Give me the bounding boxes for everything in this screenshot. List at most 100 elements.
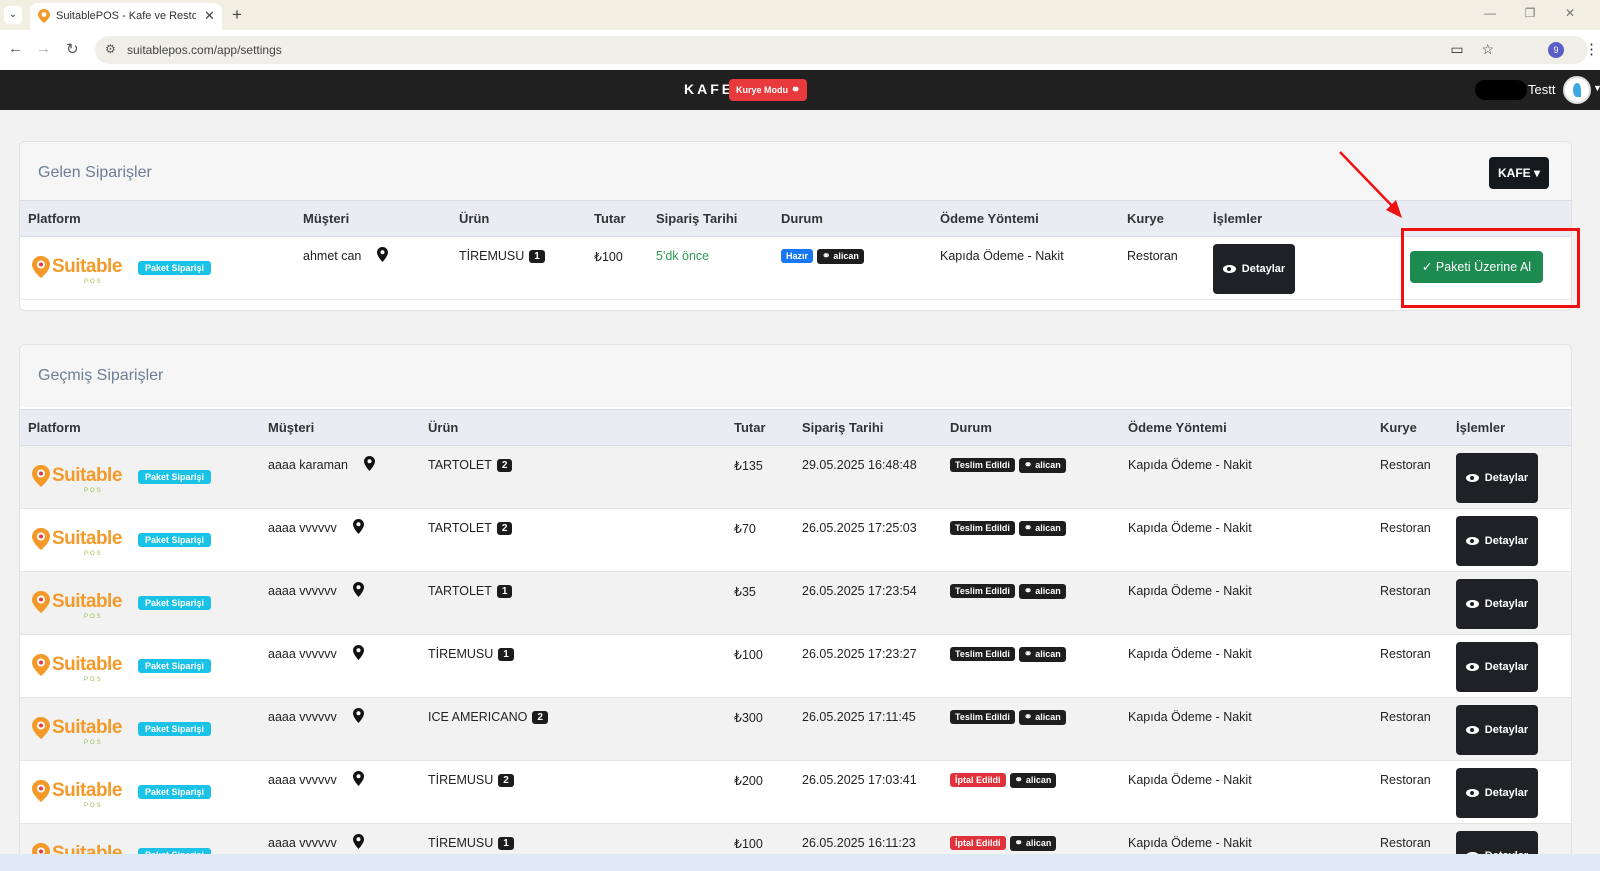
history-orders-header: Geçmiş Siparişler <box>20 345 1571 407</box>
payment-method: Kapıda Ödeme - Nakit <box>1120 508 1372 572</box>
user-avatar[interactable] <box>1563 76 1591 104</box>
address-bar-actions: ▭ ☆ <box>1436 41 1494 58</box>
package-order-badge: Paket Siparişi <box>138 261 212 275</box>
payment-method: Kapıda Ödeme - Nakit <box>1120 571 1372 635</box>
order-amount: ₺200 <box>726 760 794 824</box>
suitable-logo: Suitable POS <box>28 253 128 289</box>
order-date: 26.05.2025 17:11:45 <box>794 697 942 761</box>
location-pin-icon[interactable] <box>352 645 364 660</box>
col-platform: Platform <box>20 200 295 237</box>
profile-avatar[interactable]: 9 <box>1548 42 1564 58</box>
courier-name: Restoran <box>1372 760 1448 824</box>
courier-badge: ⚭ alican <box>1018 458 1066 473</box>
details-button[interactable]: Detaylar <box>1456 705 1538 755</box>
table-row: SuitablePOS Paket Siparişi aaaa vvvvvv TİRE… <box>20 634 1571 698</box>
history-orders-title: Geçmiş Siparişler <box>38 367 164 384</box>
eye-icon <box>1465 726 1479 734</box>
eye-icon <box>1465 474 1479 482</box>
minimize-icon[interactable]: — <box>1470 6 1510 20</box>
courier-mode-badge[interactable]: Kurye Modu ⚭ <box>729 79 808 101</box>
order-amount: ₺100 <box>726 634 794 698</box>
eye-icon <box>1465 789 1479 797</box>
details-button[interactable]: Detaylar <box>1456 516 1538 566</box>
redacted-scribble <box>1475 80 1527 100</box>
address-bar[interactable]: ⚙ suitablepos.com/app/settings ▭ ☆ <box>95 36 1588 64</box>
history-rows: Suitable POS Paket Siparişi aaaa karaman TAR… <box>20 445 1571 863</box>
col-payment: Ödeme Yöntemi <box>932 200 1119 237</box>
location-pin-icon[interactable] <box>352 708 364 723</box>
install-app-icon[interactable]: ▭ <box>1450 41 1463 57</box>
browser-tabbar: ⌄ SuitablePOS - Kafe ve Restoran ✕ + —❐✕ <box>0 0 1600 30</box>
col-payment: Ödeme Yöntemi <box>1120 409 1372 446</box>
customer-name: aaaa vvvvvv <box>268 710 337 724</box>
quantity-badge: 1 <box>496 585 513 598</box>
reload-icon[interactable]: ↻ <box>66 40 79 58</box>
col-amount: Tutar <box>726 409 794 446</box>
tab-close-icon[interactable]: ✕ <box>204 8 215 24</box>
new-tab-icon[interactable]: + <box>232 5 242 25</box>
courier-mode-label: Kurye Modu <box>736 85 789 95</box>
location-pin-icon[interactable] <box>352 519 364 534</box>
motorbike-icon: ⚭ <box>1023 523 1033 534</box>
status-badge: Teslim Edildi <box>950 458 1015 472</box>
status-badge: İptal Edildi <box>950 836 1006 850</box>
location-pin-icon[interactable] <box>352 834 364 849</box>
col-product: Ürün <box>451 200 586 237</box>
forward-icon[interactable]: → <box>36 40 51 57</box>
username[interactable]: Testt <box>1528 82 1555 97</box>
product-name: TİREMUSU <box>428 836 494 850</box>
payment-method: Kapıda Ödeme - Nakit <box>1120 445 1372 509</box>
details-button[interactable]: Detaylar <box>1456 579 1538 629</box>
col-courier: Kurye <box>1119 200 1205 237</box>
browser-menu-icon[interactable]: ⋮ <box>1584 40 1599 58</box>
order-date: 26.05.2025 17:23:54 <box>794 571 942 635</box>
bookmark-star-icon[interactable]: ☆ <box>1481 41 1494 57</box>
package-order-badge: Paket Siparişi <box>138 785 212 799</box>
highlight-box <box>1401 228 1580 308</box>
details-button[interactable]: Detaylar <box>1213 244 1295 294</box>
col-product: Ürün <box>420 409 726 446</box>
history-orders-card: Geçmiş Siparişler Platform Müşteri Ürün … <box>19 344 1572 864</box>
close-window-icon[interactable]: ✕ <box>1550 6 1590 20</box>
customer-name: aaaa vvvvvv <box>268 521 337 535</box>
restore-icon[interactable]: ❐ <box>1510 6 1550 20</box>
col-order-date: Sipariş Tarihi <box>648 200 773 237</box>
location-pin-icon[interactable] <box>352 582 364 597</box>
col-customer: Müşteri <box>260 409 420 446</box>
logo-pin-icon <box>32 780 50 802</box>
courier-badge: ⚭ alican <box>1018 710 1066 725</box>
quantity-badge: 2 <box>498 774 514 787</box>
incoming-orders-title: Gelen Siparişler <box>38 164 152 181</box>
location-pin-icon[interactable] <box>377 247 389 262</box>
tab-title: SuitablePOS - Kafe ve Restoran <box>56 10 196 22</box>
tab-list-chevron-icon[interactable]: ⌄ <box>4 6 22 24</box>
details-button[interactable]: Detaylar <box>1456 768 1538 818</box>
browser-toolbar: ← → ↻ ⚙ suitablepos.com/app/settings ▭ ☆ <box>0 30 1600 70</box>
customer-name: aaaa vvvvvv <box>268 836 337 850</box>
browser-tab[interactable]: SuitablePOS - Kafe ve Restoran ✕ <box>30 3 222 30</box>
motorbike-icon: ⚭ <box>1023 649 1033 660</box>
motorbike-icon: ⚭ <box>822 251 831 262</box>
back-icon[interactable]: ← <box>8 40 23 57</box>
details-button[interactable]: Detaylar <box>1456 453 1538 503</box>
location-pin-icon[interactable] <box>352 771 364 786</box>
table-row: SuitablePOS Paket Siparişi aaaa vvvvvv TİRE… <box>20 760 1571 824</box>
status-badge: Teslim Edildi <box>950 710 1015 724</box>
quantity-badge: 1 <box>498 837 514 850</box>
table-row: Suitable POS Paket Siparişi aaaa karaman TAR… <box>20 445 1571 509</box>
details-button[interactable]: Detaylar <box>1456 642 1538 692</box>
courier-name: Restoran <box>1372 697 1448 761</box>
motorbike-icon: ⚭ <box>1014 838 1023 849</box>
payment-method: Kapıda Ödeme - Nakit <box>1120 634 1372 698</box>
kafe-filter-dropdown[interactable]: KAFE ▾ <box>1489 157 1549 189</box>
motorbike-icon: ⚭ <box>1023 586 1033 597</box>
product-name: ICE AMERICANO <box>428 710 528 724</box>
courier-name: Restoran <box>1119 236 1205 300</box>
location-pin-icon[interactable] <box>363 456 375 471</box>
site-settings-icon[interactable]: ⚙ <box>105 42 116 56</box>
package-order-badge: Paket Siparişi <box>138 470 212 484</box>
motorbike-icon: ⚭ <box>791 84 801 96</box>
package-order-badge: Paket Siparişi <box>138 596 212 610</box>
order-date: 26.05.2025 17:25:03 <box>794 508 942 572</box>
user-menu-caret-icon[interactable]: ▼ <box>1593 83 1600 93</box>
